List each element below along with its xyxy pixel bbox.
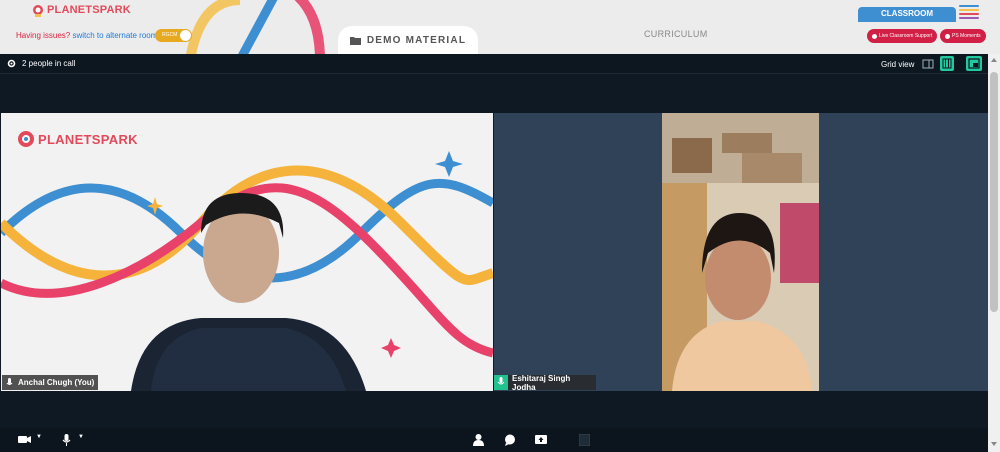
issues-question: Having issues? (16, 31, 71, 40)
menu-icon[interactable] (959, 5, 979, 21)
mic-icon (6, 378, 13, 385)
whiteboard-icon[interactable] (579, 434, 590, 446)
live-support-label: Live Classroom Support (879, 33, 933, 39)
planetspark-logo[interactable]: PLANETSPARK (32, 3, 131, 17)
participant-tile-student[interactable]: Eshitaraj Singh Jodha (494, 113, 988, 391)
camera-icon[interactable] (18, 434, 32, 445)
classroom-underline (858, 20, 956, 22)
rocket-mascot-icon (33, 5, 43, 17)
grid-view-label: Grid view (881, 60, 915, 69)
participant-tile-host[interactable]: PLANETSPARK Anchal Chugh (You) (1, 113, 493, 391)
ps-moments-label: PS Moments (952, 33, 981, 39)
decorative-waves (186, 0, 325, 54)
participant-name-tag: Eshitaraj Singh Jodha (494, 373, 596, 392)
participant-name-tag: Anchal Chugh (You) (2, 375, 99, 390)
participant-name: Anchal Chugh (You) (18, 378, 95, 387)
curriculum-tab[interactable]: CURRICULUM (644, 29, 708, 39)
camera-icon (945, 33, 950, 39)
toggle-knob (180, 30, 191, 41)
chat-icon[interactable] (504, 434, 516, 446)
video-call-area: 2 people in call Grid view PLANETSPARK A… (0, 54, 988, 452)
student-video-frame (662, 113, 819, 391)
student-video (662, 113, 819, 391)
people-count: 2 people in call (7, 59, 75, 68)
page-scrollbar[interactable] (988, 54, 1000, 452)
screen-share-icon[interactable] (966, 56, 982, 71)
chevron-down-icon[interactable]: ▼ (36, 434, 42, 440)
chevron-down-icon[interactable]: ▼ (78, 434, 84, 440)
scrollbar-thumb[interactable] (990, 72, 998, 312)
participants-icon[interactable] (473, 434, 484, 446)
mascot-icon (18, 131, 34, 147)
mic-icon[interactable] (62, 434, 71, 446)
scroll-down-arrow[interactable] (991, 442, 997, 446)
share-screen-icon[interactable] (535, 434, 547, 446)
ps-moments-button[interactable]: PS Moments (940, 29, 986, 43)
room-toggle[interactable]: RGCM (155, 29, 192, 42)
top-bar: PLANETSPARK Having issues? switch to alt… (0, 0, 1000, 54)
grid-view-icon[interactable] (940, 56, 954, 71)
scroll-up-arrow[interactable] (991, 58, 997, 62)
live-classroom-support-button[interactable]: Live Classroom Support (867, 29, 938, 43)
support-icon (872, 33, 877, 39)
switch-room-link[interactable]: switch to alternate room (72, 31, 157, 40)
call-controls: ▼ ▼ (0, 428, 988, 452)
mic-active-indicator (494, 375, 508, 390)
classroom-tab[interactable]: CLASSROOM (858, 7, 956, 21)
logo-text: PLANETSPARK (47, 4, 131, 16)
slide-logo: PLANETSPARK (17, 129, 138, 149)
settings-icon[interactable] (7, 59, 16, 68)
participant-name: Eshitaraj Singh Jodha (512, 373, 571, 392)
alternate-room-notice: Having issues? switch to alternate room (16, 31, 157, 40)
people-count-text: 2 people in call (22, 59, 76, 68)
slide-background (1, 151, 493, 391)
demo-material-button[interactable]: DEMO MATERIAL (338, 26, 478, 54)
slide-logo-text: PLANETSPARK (38, 131, 138, 147)
folder-icon (349, 36, 361, 45)
call-header: 2 people in call Grid view (0, 54, 988, 74)
toggle-label: RGCM (162, 32, 178, 38)
sidebar-view-icon[interactable] (922, 58, 934, 70)
demo-material-label: DEMO MATERIAL (366, 34, 467, 46)
